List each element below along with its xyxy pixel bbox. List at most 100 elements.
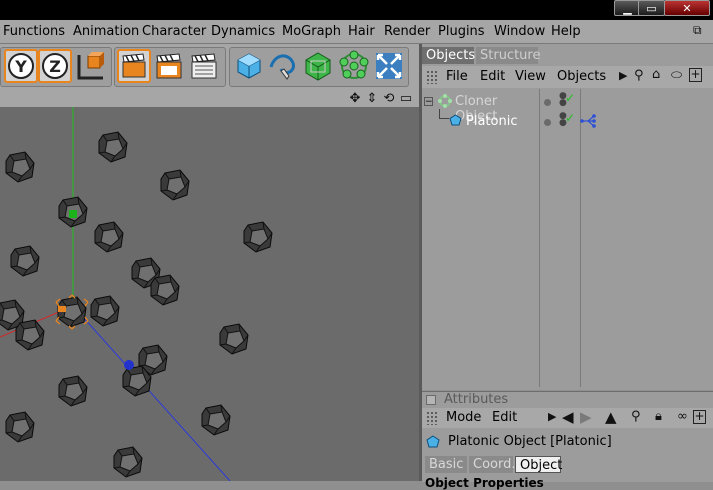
clone-object	[243, 221, 273, 253]
render-view-icon[interactable]	[117, 49, 151, 83]
menu-file[interactable]: File	[446, 69, 468, 84]
clone-object	[113, 446, 143, 478]
clone-object	[5, 411, 35, 443]
enabled-check-icon[interactable]: ✓	[565, 111, 575, 125]
new-window-icon[interactable]: +	[693, 410, 706, 424]
menu-animation[interactable]: Animation	[73, 24, 139, 39]
tab-basic[interactable]: Basic	[425, 456, 467, 473]
zoom-view-icon[interactable]: ⇕	[364, 90, 380, 107]
clone-object	[10, 245, 40, 277]
menu-plugins[interactable]: Plugins	[438, 24, 485, 39]
menu-mograph[interactable]: MoGraph	[282, 24, 341, 39]
clone-object	[98, 131, 128, 163]
clone-object	[58, 375, 88, 407]
home-icon[interactable]: ⌂	[652, 67, 660, 82]
scene-canvas[interactable]	[0, 107, 419, 481]
y-axis-lock-icon[interactable]: Y	[4, 49, 38, 83]
menu-dynamics[interactable]: Dynamics	[211, 24, 275, 39]
axis-z-text: Z	[49, 57, 61, 76]
back-arrow-icon[interactable]: ◀	[562, 408, 574, 426]
enabled-check-icon[interactable]: ✓	[565, 91, 575, 105]
search-icon[interactable]: ⚲	[631, 409, 641, 424]
layer-icon[interactable]: ⬭	[671, 68, 682, 83]
array-icon[interactable]	[337, 49, 371, 83]
render-picture-viewer-icon[interactable]	[152, 49, 186, 83]
render-settings-icon[interactable]	[187, 49, 221, 83]
platonic-icon	[449, 114, 462, 131]
menu-functions[interactable]: Functions	[3, 24, 65, 39]
menu-mode[interactable]: Mode	[446, 410, 481, 425]
maximize-view-icon[interactable]: ▭	[398, 90, 414, 107]
axis-y-text: Y	[14, 57, 27, 76]
menu-objects[interactable]: Objects	[557, 69, 606, 84]
attributes-title: Attributes	[444, 392, 509, 407]
panel-checkbox-icon[interactable]	[426, 395, 436, 405]
platonic-icon	[426, 435, 440, 453]
menu-edit[interactable]: Edit	[492, 410, 517, 425]
object-manager-menubar: File Edit View Objects ▶ ⚲ ⌂ ⬭ +	[422, 66, 713, 88]
section-heading: Object Properties	[425, 476, 544, 490]
object-tree: − Cloner Object Platonic	[422, 89, 539, 387]
menu-hair[interactable]: Hair	[348, 24, 375, 39]
main-toolbar: Y Z	[0, 44, 420, 90]
editor-viewport[interactable]: ✥ ⇕ ⟲ ▭	[0, 90, 419, 481]
search-icon[interactable]: ⚲	[634, 68, 644, 83]
menu-overflow-arrow-icon[interactable]: ▶	[619, 69, 627, 82]
clone-object	[219, 323, 249, 355]
clone-object	[5, 151, 35, 183]
tag-icon[interactable]	[580, 114, 598, 132]
new-window-icon[interactable]: +	[689, 68, 702, 82]
tree-item-platonic[interactable]: Platonic	[466, 114, 517, 129]
attribute-object-title: Platonic Object [Platonic]	[448, 434, 612, 449]
tab-structure[interactable]: Structure	[476, 47, 540, 64]
object-visibility-column: ● ● ✓ ● ● ✓	[539, 89, 581, 387]
z-axis-lock-icon[interactable]: Z	[38, 49, 72, 83]
menu-help[interactable]: Help	[551, 24, 581, 39]
drag-grip-icon[interactable]	[426, 70, 438, 84]
minimize-button[interactable]: ▁	[614, 0, 641, 16]
close-button[interactable]: ✕	[664, 0, 710, 16]
menu-edit[interactable]: Edit	[480, 69, 505, 84]
restore-layout-icon[interactable]: ⧉	[693, 23, 702, 38]
window-title-bar: ▁ ▭ ✕	[0, 0, 713, 20]
z-axis-handle	[124, 360, 134, 370]
clone-object	[150, 274, 180, 306]
y-axis-handle	[69, 210, 77, 218]
tab-objects[interactable]: Objects	[422, 47, 475, 64]
menu-view[interactable]: View	[515, 69, 546, 84]
layer-dot-icon[interactable]	[544, 119, 551, 126]
layer-dot-icon[interactable]	[544, 99, 551, 106]
z-axis-line	[72, 305, 231, 481]
nurbs-icon[interactable]	[301, 49, 335, 83]
menu-window[interactable]: Window	[494, 24, 545, 39]
object-manager-panel: Objects Structure File Edit View Objects…	[422, 44, 713, 390]
link-icon[interactable]: ∞	[677, 409, 688, 424]
menu-character[interactable]: Character	[142, 24, 206, 39]
clone-object	[160, 169, 190, 201]
menu-overflow-arrow-icon[interactable]: ▶	[548, 410, 556, 423]
attribute-manager-panel: Attributes Mode Edit ▶ ◀ ▶ ▲ ⚲ 🔒︎ ∞ + Pl…	[422, 391, 713, 490]
tab-object[interactable]: Object	[515, 456, 562, 473]
clone-object	[90, 295, 120, 327]
clone-object	[94, 221, 124, 253]
maximize-button[interactable]: ▭	[638, 0, 665, 16]
main-menubar: Functions Animation Character Dynamics M…	[0, 20, 713, 44]
tab-coord[interactable]: Coord.	[469, 456, 516, 473]
world-coordinates-icon[interactable]	[74, 49, 108, 83]
menu-render[interactable]: Render	[384, 24, 430, 39]
clone-object	[201, 404, 231, 436]
collapse-toggle-icon[interactable]: −	[424, 97, 433, 107]
attribute-menubar: Mode Edit ▶ ◀ ▶ ▲ ⚲ 🔒︎ ∞ +	[422, 408, 713, 428]
deformer-icon[interactable]	[372, 49, 406, 83]
x-axis-handle	[58, 306, 66, 312]
move-view-icon[interactable]: ✥	[347, 90, 363, 107]
drag-grip-icon[interactable]	[426, 411, 438, 425]
clone-object	[15, 319, 45, 351]
rotate-view-icon[interactable]: ⟲	[381, 90, 397, 107]
lock-icon[interactable]: 🔒︎	[655, 409, 662, 424]
tree-connector	[439, 109, 449, 119]
up-arrow-icon[interactable]: ▲	[605, 408, 617, 426]
forward-arrow-icon[interactable]: ▶	[580, 408, 592, 426]
cube-object-icon[interactable]	[232, 49, 266, 83]
spline-pen-icon[interactable]	[266, 49, 300, 83]
